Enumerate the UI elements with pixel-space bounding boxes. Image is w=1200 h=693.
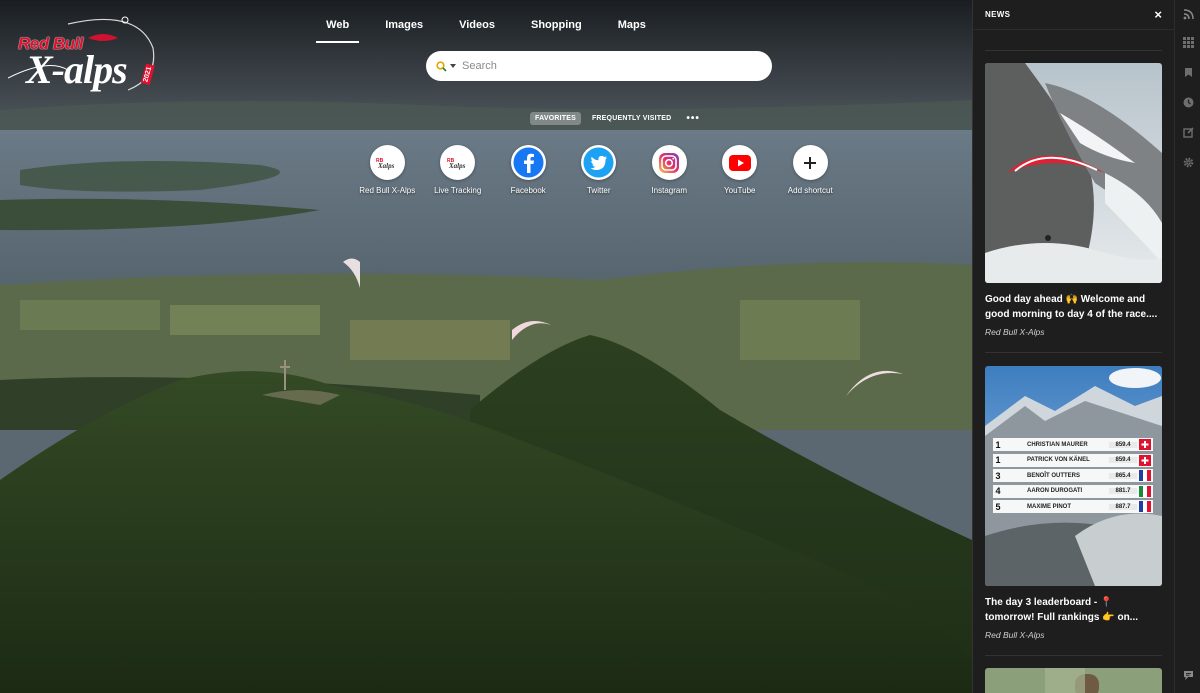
- chevron-down-icon: [450, 64, 456, 68]
- shortcut-grid: RB Xalps Red Bull X-Alps RB Xalps Live Tra…: [352, 145, 846, 195]
- divider: [985, 50, 1162, 51]
- nav-tab-images[interactable]: Images: [375, 16, 433, 43]
- bookmarks-icon[interactable]: [1182, 66, 1194, 78]
- swiss-flag-icon: [1139, 454, 1151, 466]
- news-image-leaderboard: 1 CHRISTIAN MAURER 859.4 1 PATRICK VON K…: [985, 366, 1162, 586]
- search-engine-selector[interactable]: [436, 60, 456, 72]
- add-shortcut-button[interactable]: Add shortcut: [775, 145, 846, 195]
- feedback-icon[interactable]: [1182, 669, 1194, 681]
- shortcut-label: Facebook: [510, 186, 546, 195]
- news-item[interactable]: 1 CHRISTIAN MAURER 859.4 1 PATRICK VON K…: [985, 366, 1162, 640]
- shortcut-label: Instagram: [651, 186, 688, 195]
- twitter-icon: [581, 145, 617, 180]
- apps-grid-icon[interactable]: [1182, 36, 1194, 48]
- nav-tab-shopping[interactable]: Shopping: [521, 16, 592, 43]
- leaderboard-row: 1 CHRISTIAN MAURER 859.4: [993, 438, 1153, 451]
- french-flag-icon: [1139, 470, 1151, 481]
- lb-time: 887.7: [1109, 503, 1137, 510]
- shortcut-label: YouTube: [724, 186, 756, 195]
- more-options-button[interactable]: •••: [682, 113, 704, 124]
- news-header: NEWS ×: [973, 0, 1174, 30]
- notes-icon[interactable]: [1182, 126, 1194, 138]
- news-image-mountain-paraglider: [985, 63, 1162, 283]
- search-type-nav: Web Images Videos Shopping Maps: [0, 16, 972, 43]
- settings-gear-icon[interactable]: [1182, 156, 1194, 168]
- lb-rank: 1: [995, 439, 1001, 450]
- lb-time: 881.7: [1109, 488, 1137, 494]
- sidebar-rail: [1174, 0, 1200, 693]
- italian-flag-icon: [1139, 485, 1151, 497]
- lb-time: 859.4: [1109, 457, 1137, 463]
- shortcut-label: Add shortcut: [787, 186, 833, 195]
- news-image-person: [985, 668, 1162, 693]
- lb-rank: 4: [995, 486, 1001, 496]
- leaderboard-row: 1 PATRICK VON KÄNEL 859.4: [993, 453, 1153, 467]
- search-input[interactable]: [462, 60, 752, 72]
- nav-tab-videos[interactable]: Videos: [449, 16, 505, 43]
- tab-frequently-visited[interactable]: FREQUENTLY VISITED: [587, 112, 676, 125]
- shortcut-youtube[interactable]: YouTube: [705, 145, 776, 195]
- svg-text:Xalps: Xalps: [377, 162, 395, 170]
- xalps-logo-icon: RB Xalps: [369, 145, 405, 180]
- lb-name: MAXIME PINOT: [1027, 503, 1072, 510]
- shortcut-twitter[interactable]: Twitter: [564, 145, 635, 195]
- instagram-icon: [651, 145, 687, 180]
- shortcut-live-tracking[interactable]: RB Xalps Live Tracking: [423, 145, 494, 195]
- leaderboard-row: 5 MAXIME PINOT 887.7: [993, 500, 1153, 513]
- plus-icon: [792, 145, 828, 180]
- rss-icon[interactable]: [1182, 8, 1194, 20]
- news-headline: The day 3 leaderboard - 📍 tomorrow! Full…: [985, 597, 1139, 623]
- shortcut-label: Red Bull X-Alps: [359, 186, 416, 195]
- news-source: Red Bull X-Alps: [985, 327, 1045, 337]
- divider: [985, 655, 1162, 656]
- news-panel: NEWS × Good day ahead 🙌 Welcome and good…: [972, 0, 1174, 693]
- facebook-icon: [510, 145, 546, 180]
- news-title: NEWS: [985, 10, 1011, 19]
- speed-dial-tabs: FAVORITES FREQUENTLY VISITED •••: [530, 112, 704, 125]
- shortcut-instagram[interactable]: Instagram: [634, 145, 705, 195]
- youtube-icon: [722, 145, 758, 180]
- nav-tab-maps[interactable]: Maps: [608, 16, 656, 43]
- shortcut-label: Twitter: [586, 186, 611, 195]
- leaderboard-row: 4 AARON DUROGATI 881.7: [993, 484, 1153, 498]
- xalps-logo-icon: RB Xalps: [440, 145, 476, 180]
- history-icon[interactable]: [1182, 96, 1194, 108]
- french-flag-icon: [1139, 501, 1151, 512]
- shortcut-label: Live Tracking: [434, 186, 482, 195]
- search-bar[interactable]: [426, 51, 772, 81]
- logo-product-text: X-alps: [26, 47, 128, 92]
- shortcut-red-bull-xalps[interactable]: RB Xalps Red Bull X-Alps: [352, 145, 423, 195]
- lb-rank: 1: [995, 455, 1001, 465]
- shortcut-facebook[interactable]: Facebook: [493, 145, 564, 195]
- swiss-flag-icon: [1139, 439, 1151, 450]
- tab-favorites[interactable]: FAVORITES: [530, 112, 581, 125]
- leaderboard-row: 3 BENOÎT OUTTERS 865.4: [993, 469, 1153, 482]
- leaderboard: 1 CHRISTIAN MAURER 859.4 1 PATRICK VON K…: [993, 438, 1153, 516]
- nav-tab-web[interactable]: Web: [316, 16, 360, 43]
- lb-rank: 5: [995, 501, 1001, 512]
- lb-time: 865.4: [1109, 472, 1137, 479]
- lb-name: PATRICK VON KÄNEL: [1027, 457, 1090, 463]
- lb-time: 859.4: [1109, 441, 1137, 448]
- divider: [985, 352, 1162, 353]
- news-headline: Good day ahead 🙌 Welcome and good mornin…: [985, 294, 1158, 320]
- lb-name: BENOÎT OUTTERS: [1027, 472, 1081, 479]
- lb-name: CHRISTIAN MAURER: [1027, 441, 1088, 448]
- lb-rank: 3: [995, 470, 1001, 481]
- close-icon[interactable]: ×: [1154, 8, 1162, 21]
- news-source: Red Bull X-Alps: [985, 630, 1045, 640]
- lb-name: AARON DUROGATI: [1027, 488, 1083, 494]
- news-item[interactable]: [985, 668, 1162, 693]
- svg-text:Xalps: Xalps: [448, 162, 466, 170]
- news-item[interactable]: Good day ahead 🙌 Welcome and good mornin…: [985, 63, 1162, 337]
- magnifier-engine-icon: [436, 60, 447, 72]
